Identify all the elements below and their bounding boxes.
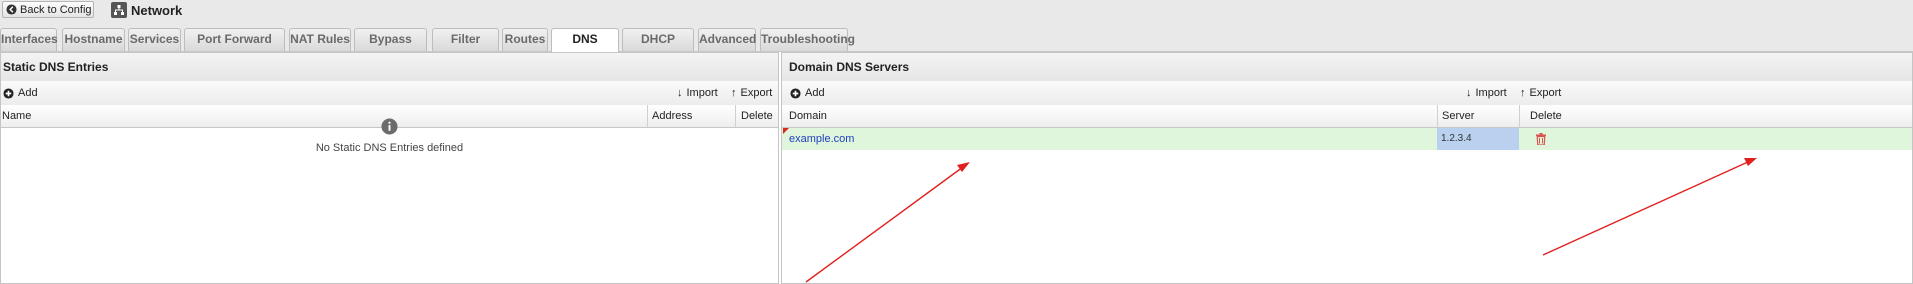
add-label: Add	[805, 87, 825, 99]
empty-state-text: No Static DNS Entries defined	[315, 142, 464, 154]
table-row[interactable]: example.com 1.2.3.4	[782, 128, 1912, 150]
trash-icon	[1536, 133, 1546, 146]
export-label: Export	[1529, 87, 1562, 99]
export-button[interactable]: ↑ Export	[731, 84, 772, 102]
add-label: Add	[18, 87, 38, 99]
arrow-down-icon: ↓	[1466, 87, 1472, 99]
export-label: Export	[740, 87, 773, 99]
add-icon	[3, 87, 14, 99]
top-bar: Back to Config Network	[0, 0, 1913, 20]
import-button[interactable]: ↓ Import	[1466, 84, 1507, 102]
import-label: Import	[1475, 87, 1507, 99]
add-icon	[790, 87, 801, 99]
import-button[interactable]: ↓ Import	[677, 84, 718, 102]
column-delete: Delete	[1519, 105, 1569, 127]
column-domain[interactable]: Domain	[782, 105, 1437, 127]
tab-interfaces[interactable]: Interfaces	[0, 28, 58, 51]
tab-routes[interactable]: Routes	[502, 28, 548, 51]
back-arrow-icon	[6, 4, 17, 15]
server-cell[interactable]: 1.2.3.4	[1437, 128, 1519, 150]
tab-services[interactable]: Services	[128, 28, 181, 51]
info-icon	[381, 118, 398, 135]
tab-hostname[interactable]: Hostname	[62, 28, 125, 51]
panel-title: Static DNS Entries	[1, 53, 778, 82]
arrow-up-icon: ↑	[1520, 87, 1526, 99]
tab-dns-server[interactable]: DNS Server	[551, 28, 619, 67]
column-address[interactable]: Address	[647, 105, 735, 127]
domain-dns-servers-panel: Domain DNS Servers Add ↓ Import ↑ Export…	[781, 52, 1913, 284]
back-to-config-label: Back to Config	[20, 3, 92, 16]
export-button[interactable]: ↑ Export	[1520, 84, 1561, 102]
page-title: Network	[111, 1, 182, 19]
tab-nat-rules[interactable]: NAT Rules	[289, 28, 351, 51]
panel-title: Domain DNS Servers	[782, 53, 1912, 82]
network-icon	[111, 2, 127, 18]
arrow-down-icon: ↓	[677, 87, 683, 99]
tab-troubleshooting[interactable]: Troubleshooting	[760, 28, 855, 51]
add-static-entry-button[interactable]: Add	[3, 84, 38, 102]
empty-state: No Static DNS Entries defined	[1, 118, 778, 154]
tab-filter-rules[interactable]: Filter Rules	[432, 28, 499, 67]
tab-bar	[0, 20, 1913, 52]
column-name[interactable]: Name	[1, 105, 647, 127]
tab-bypass-rules[interactable]: Bypass Rules	[354, 28, 427, 67]
tab-dhcp-server[interactable]: DHCP Server	[622, 28, 694, 67]
delete-row-button[interactable]	[1536, 131, 1550, 153]
tab-port-forward-rules[interactable]: Port Forward Rules	[184, 28, 285, 67]
column-server[interactable]: Server	[1437, 105, 1519, 127]
domain-cell[interactable]: example.com	[789, 128, 1429, 150]
column-delete: Delete	[735, 105, 779, 127]
back-to-config-button[interactable]: Back to Config	[2, 1, 94, 18]
toolbar: Add ↓ Import ↑ Export	[1, 81, 778, 106]
import-label: Import	[686, 87, 718, 99]
toolbar: Add ↓ Import ↑ Export	[782, 81, 1912, 106]
add-domain-server-button[interactable]: Add	[790, 84, 825, 102]
page-title-label: Network	[131, 2, 183, 18]
static-dns-entries-panel: Static DNS Entries Add ↓ Import ↑ Export…	[0, 52, 779, 284]
tab-advanced[interactable]: Advanced	[698, 28, 756, 51]
arrow-up-icon: ↑	[731, 87, 737, 99]
table-header: Domain Server Delete	[782, 105, 1912, 128]
